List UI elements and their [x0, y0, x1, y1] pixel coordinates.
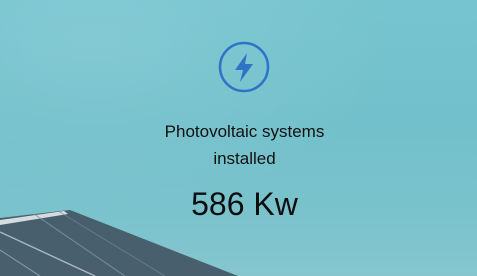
lightning-bolt-icon: [217, 40, 271, 94]
stat-value: 586 Kw: [191, 186, 298, 222]
photovoltaic-stat-card: Photovoltaic systems installed 586 Kw: [0, 0, 477, 276]
stat-label-line-1: Photovoltaic systems: [164, 122, 325, 141]
stat-label-line-2: installed: [213, 149, 276, 168]
stat-label: Photovoltaic systems installed: [88, 118, 401, 172]
